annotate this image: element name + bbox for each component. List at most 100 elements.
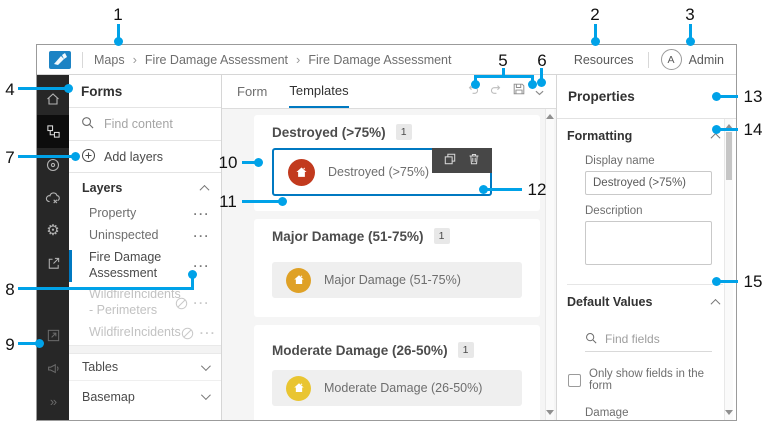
breadcrumb-maps[interactable]: Maps <box>94 53 125 67</box>
layer-name: Property <box>89 206 137 221</box>
annotation-line <box>474 75 534 78</box>
template-label: Major Damage (51-75%) <box>324 273 461 287</box>
annotation-6: 6 <box>537 51 547 70</box>
annotation-3: 3 <box>685 5 695 24</box>
display-name-label: Display name <box>585 155 655 167</box>
field-maps-logo[interactable] <box>49 50 71 69</box>
card-hover-toolbar <box>432 148 492 173</box>
chevron-down-icon <box>200 390 211 401</box>
breadcrumb-layer-name: Fire Damage Assessment <box>308 52 452 67</box>
layer-item-uninspected[interactable]: Uninspected ··· <box>69 225 221 247</box>
formatting-label: Formatting <box>567 129 633 143</box>
annotation-4: 4 <box>5 80 15 99</box>
annotation-10: 10 <box>218 153 238 172</box>
layer-item-wildfireincidents: WildfireIncidents ··· <box>69 321 221 345</box>
overflow-menu-icon[interactable]: ··· <box>194 207 211 221</box>
annotation-11: 11 <box>219 192 237 211</box>
forms-panel: Forms Add layers Layers Property ··· Uni… <box>69 75 222 420</box>
sidebar-item-forms[interactable] <box>37 115 69 148</box>
template-card-major-damage[interactable]: Major Damage (51-75%) <box>272 262 522 298</box>
sidebar-item-settings[interactable]: ⚙ <box>37 214 69 247</box>
offline-cloud-icon <box>45 190 61 206</box>
annotation-line <box>18 87 65 90</box>
annotation-dot <box>479 185 488 194</box>
properties-title: Properties <box>557 75 736 119</box>
template-group-major-damage: Major Damage (51-75%) 1 Major Damage (51… <box>254 219 540 317</box>
annotation-13: 13 <box>743 87 763 106</box>
annotation-dot <box>278 197 287 206</box>
tab-form[interactable]: Form <box>237 75 267 108</box>
display-name-field[interactable] <box>585 171 712 195</box>
annotation-line <box>486 188 522 191</box>
annotation-dot <box>712 92 721 101</box>
layers-section-header[interactable]: Layers <box>69 173 221 203</box>
delete-icon[interactable] <box>468 152 480 170</box>
find-fields-search[interactable]: Find fields <box>585 327 712 352</box>
avatar[interactable]: A <box>660 49 682 70</box>
template-card-destroyed[interactable]: Destroyed (>75%) <box>272 148 492 196</box>
chevron-up-icon <box>199 184 210 195</box>
layer-name: WildfireIncidents <box>89 325 181 340</box>
resources-link[interactable]: Resources <box>574 53 634 67</box>
basemap-section-header[interactable]: Basemap <box>69 381 221 412</box>
scroll-up-arrow[interactable] <box>546 114 554 119</box>
properties-scrollbar[interactable] <box>724 119 733 420</box>
duplicate-icon[interactable] <box>444 152 456 170</box>
description-field[interactable] <box>585 221 712 265</box>
default-values-section-header[interactable]: Default Values <box>567 290 723 314</box>
annotation-line <box>18 155 72 158</box>
find-fields-placeholder: Find fields <box>605 332 660 346</box>
tab-bar: Form Templates <box>222 75 556 109</box>
checkbox-icon[interactable] <box>568 373 581 387</box>
annotation-dot <box>114 37 123 46</box>
gear-icon: ⚙ <box>46 222 60 239</box>
layer-item-fire-damage-assessment[interactable]: Fire Damage Assessment ··· <box>69 247 221 285</box>
tab-templates[interactable]: Templates <box>289 75 349 108</box>
sidebar-item-collapse[interactable]: » <box>37 385 69 418</box>
annotation-12: 12 <box>527 180 547 199</box>
overflow-menu-icon[interactable]: ··· <box>200 326 217 340</box>
scroll-down-arrow[interactable] <box>546 410 554 415</box>
annotation-line <box>18 342 36 345</box>
overflow-menu-icon[interactable]: ··· <box>194 229 211 243</box>
template-group-moderate-damage: Moderate Damage (26-50%) 1 Moderate Dama… <box>254 325 540 420</box>
sidebar-item-offline[interactable] <box>37 181 69 214</box>
save-icon[interactable] <box>512 82 526 101</box>
layers-label: Layers <box>82 181 123 195</box>
default-values-label: Default Values <box>567 295 653 309</box>
selected-layer-indicator <box>69 250 72 282</box>
forms-builder-icon <box>46 124 61 139</box>
admin-menu[interactable]: Admin <box>689 53 724 67</box>
sidebar-item-feedback[interactable] <box>37 352 69 385</box>
find-content-search[interactable] <box>69 108 221 141</box>
chevron-down-icon <box>200 360 211 371</box>
add-layers-button[interactable]: Add layers <box>69 141 221 173</box>
redo-icon[interactable] <box>489 82 503 101</box>
search-input[interactable] <box>102 116 202 132</box>
destroyed-symbol-icon <box>288 158 315 186</box>
breadcrumb-separator: › <box>296 52 301 67</box>
annotation-7: 7 <box>5 148 15 167</box>
formatting-section-header[interactable]: Formatting <box>567 124 723 148</box>
annotation-2: 2 <box>590 5 600 24</box>
annotation-dot <box>64 84 73 93</box>
breadcrumb: Maps › Fire Damage Assessment › Fire Dam… <box>94 52 451 67</box>
group-title: Moderate Damage (26-50%) <box>272 342 448 358</box>
template-count-badge: 1 <box>433 228 450 244</box>
scroll-down-arrow[interactable] <box>725 410 733 415</box>
template-card-moderate-damage[interactable]: Moderate Damage (26-50%) <box>272 370 522 406</box>
layer-item-property[interactable]: Property ··· <box>69 203 221 225</box>
templates-scrollbar[interactable] <box>545 109 554 420</box>
geofence-icon <box>45 157 61 173</box>
breadcrumb-map-name[interactable]: Fire Damage Assessment <box>145 53 288 67</box>
template-label: Destroyed (>75%) <box>328 165 430 179</box>
annotation-dot <box>188 270 197 279</box>
major-damage-symbol-icon <box>286 267 311 293</box>
only-show-fields-checkbox-row[interactable]: Only show fields in the form <box>568 368 723 392</box>
scrollbar-thumb[interactable] <box>726 132 732 180</box>
description-label: Description <box>585 205 643 217</box>
tables-section-header[interactable]: Tables <box>69 354 221 381</box>
sidebar-item-geofences[interactable] <box>37 148 69 181</box>
overflow-menu-icon[interactable]: ··· <box>194 296 211 310</box>
sidebar-item-sharing[interactable] <box>37 247 69 280</box>
